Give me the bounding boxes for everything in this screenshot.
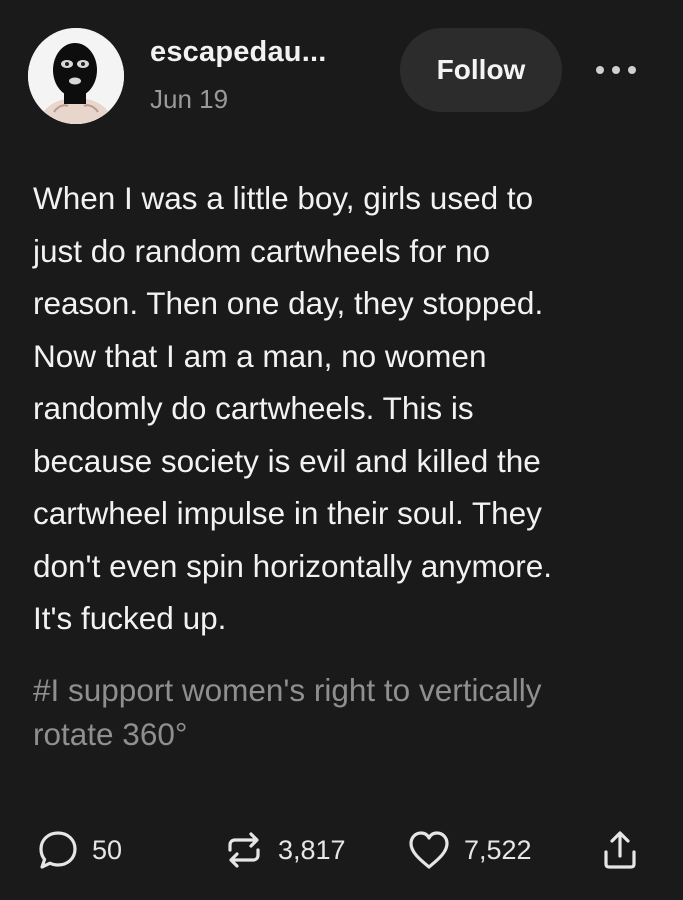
post-tags[interactable]: #I support women's right to vertically r… bbox=[33, 668, 663, 756]
reblog-icon bbox=[222, 828, 266, 872]
ellipsis-icon[interactable] bbox=[588, 52, 644, 88]
post-date: Jun 19 bbox=[150, 84, 229, 114]
post-actions-bar: 50 3,817 7,522 bbox=[0, 820, 683, 880]
author-username[interactable]: escapedau... bbox=[150, 36, 327, 69]
like-count: 7,522 bbox=[464, 834, 532, 865]
follow-button[interactable]: Follow bbox=[400, 28, 562, 112]
comment-count: 50 bbox=[92, 834, 123, 865]
post-card: escapedau... Jun 19 Follow When I was a … bbox=[0, 0, 683, 900]
comment-button[interactable]: 50 bbox=[36, 828, 122, 872]
reblog-count: 3,817 bbox=[278, 834, 346, 865]
like-button[interactable]: 7,522 bbox=[406, 828, 532, 872]
balaclava-avatar-icon[interactable] bbox=[28, 28, 124, 124]
share-icon bbox=[600, 828, 640, 872]
comment-icon bbox=[36, 828, 80, 872]
post-body-text: When I was a little boy, girls used to j… bbox=[33, 180, 553, 636]
heart-icon bbox=[406, 828, 452, 872]
post-header: escapedau... Jun 19 Follow bbox=[28, 28, 655, 124]
reblog-button[interactable]: 3,817 bbox=[222, 828, 346, 872]
share-button[interactable] bbox=[600, 828, 640, 872]
